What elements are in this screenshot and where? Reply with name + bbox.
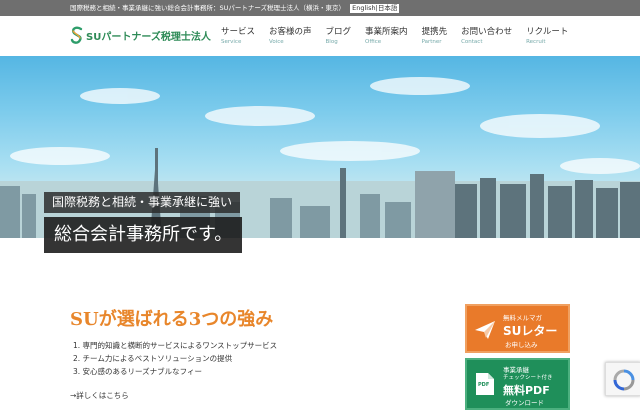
pdf-download-banner[interactable]: PDF 事業承継 チェックシート付き 無料PDF ダウンロード — [465, 358, 570, 410]
main-nav: サービス Service お客様の声 Voice ブログ Blog 事業所案内 Offi… — [221, 27, 582, 46]
nav-label: 提携先 — [421, 27, 448, 37]
logo-text: SUパートナーズ税理士法人 — [86, 31, 211, 43]
nav-label: 事業所案内 — [365, 27, 408, 37]
newsletter-banner[interactable]: 無料メルマガ SUレター お申し込み — [465, 304, 570, 353]
nav-sublabel: Voice — [269, 39, 284, 45]
nav-item-service[interactable]: サービス Service — [221, 27, 255, 46]
nav-sublabel: Office — [365, 39, 382, 45]
nav-label: お客様の声 — [269, 27, 312, 37]
nav-label: サービス — [221, 27, 256, 37]
newsletter-title: SUレター — [503, 324, 558, 338]
site-header: SUパートナーズ税理士法人 サービス Service お客様の声 Voice ブログ… — [0, 16, 640, 56]
nav-item-voice[interactable]: お客様の声 Voice — [269, 27, 312, 46]
pdf-title: 無料PDF — [503, 384, 550, 397]
nav-sublabel: Partner — [421, 39, 442, 45]
nav-sublabel: Recruit — [526, 39, 546, 45]
strengths-detail-link[interactable]: →詳しくはこちら — [70, 390, 129, 401]
list-item: 2. チーム力によるベストソリューションの提供 — [73, 354, 233, 363]
logo-mark-icon — [70, 26, 83, 44]
nav-sublabel: Contact — [461, 39, 483, 45]
nav-item-office[interactable]: 事業所案内 Office — [365, 27, 408, 46]
nav-label: ブログ — [325, 27, 352, 37]
hero-caption-line2: 総合会計事務所です。 — [44, 217, 243, 253]
nav-item-recruit[interactable]: リクルート Recruit — [526, 27, 568, 46]
nav-sublabel: Service — [221, 39, 242, 45]
list-item: 1. 専門的知識と横断的サービスによるワンストップサービス — [73, 341, 278, 350]
newsletter-small-label: 無料メルマガ — [503, 314, 542, 322]
strengths-heading: SUが選ばれる3つの強み — [70, 309, 274, 330]
list-item: 3. 安心感のあるリーズナブルなフィー — [73, 367, 203, 376]
site-logo[interactable]: SUパートナーズ税理士法人 — [70, 25, 211, 45]
strengths-list: 1. 専門的知識と横断的サービスによるワンストップサービス 2. チーム力による… — [73, 339, 277, 378]
language-switcher[interactable]: English|日本語 — [350, 4, 400, 13]
top-info-bar: 国際税務と相続・事業承継に強い総合会計事務所：SUパートナーズ税理士法人（横浜・… — [0, 0, 640, 16]
newsletter-subtitle: お申し込み — [505, 341, 538, 349]
nav-item-blog[interactable]: ブログ Blog — [326, 27, 352, 46]
nav-sublabel: Blog — [325, 39, 338, 45]
paper-plane-icon — [475, 321, 495, 339]
lang-english-link[interactable]: English — [352, 4, 375, 12]
recaptcha-icon — [613, 369, 635, 391]
recaptcha-badge[interactable] — [605, 362, 640, 396]
nav-item-partner[interactable]: 提携先 Partner — [422, 27, 448, 46]
nav-label: リクルート — [526, 27, 569, 37]
hero-caption-line1: 国際税務と相続・事業承継に強い — [44, 192, 241, 213]
lang-japanese-link[interactable]: 日本語 — [378, 4, 398, 12]
nav-item-contact[interactable]: お問い合わせ Contact — [461, 27, 512, 46]
pdf-icon-label: PDF — [478, 382, 490, 388]
pdf-small-label-2: チェックシート付き — [503, 375, 553, 381]
nav-label: お問い合わせ — [461, 27, 513, 37]
site-tagline: 国際税務と相続・事業承継に強い総合会計事務所：SUパートナーズ税理士法人（横浜・… — [70, 4, 346, 12]
pdf-subtitle: ダウンロード — [505, 399, 544, 407]
